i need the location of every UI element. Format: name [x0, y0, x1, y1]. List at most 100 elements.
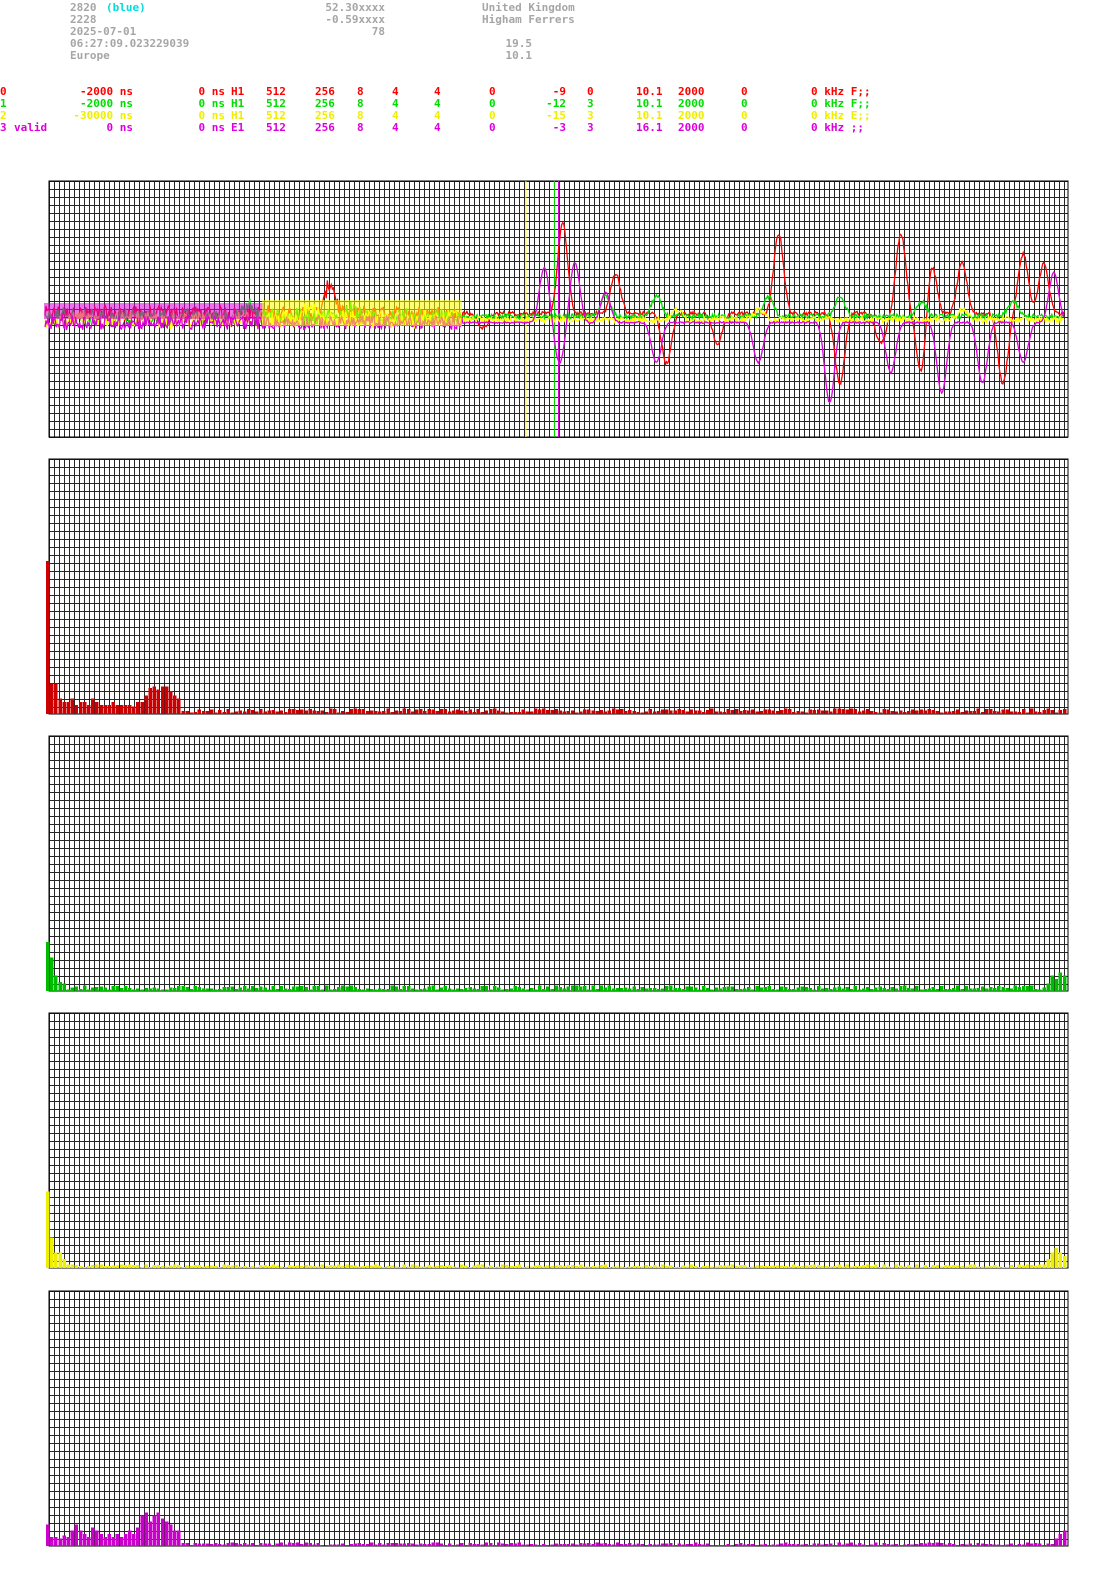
spectrum-bar [890, 986, 895, 991]
spectrum-bar [587, 1543, 591, 1546]
spectrum-bar [878, 1544, 882, 1546]
spectrum-bar [804, 986, 808, 991]
panel-grid-4 [48, 1290, 1069, 1547]
spectrum-bar [685, 1266, 690, 1268]
spectrum-bar [1025, 712, 1030, 714]
spectrum-bar [341, 985, 345, 991]
spectrum-bar [755, 711, 759, 714]
spectrum-bar [1005, 987, 1009, 991]
spectrum-bar [1013, 985, 1018, 991]
spectrum-bar [320, 1545, 325, 1546]
spectrum-bar [169, 987, 173, 991]
spectrum-bar [345, 986, 349, 991]
spectrum-bar [115, 704, 120, 714]
spectrum-bar [148, 687, 152, 714]
spectrum-bar [718, 711, 722, 714]
spectrum-bar [70, 987, 75, 991]
spectrum-bar [919, 1267, 923, 1268]
spectrum-bar [234, 989, 239, 991]
spectrum-bar [923, 1265, 927, 1268]
spectrum-bar [1054, 1248, 1059, 1268]
spectrum-bar [591, 985, 595, 991]
spectrum-bar [554, 1265, 558, 1268]
spectrum-bar [796, 987, 800, 991]
spectrum-bar [156, 689, 161, 714]
spectrum-bar [423, 1266, 427, 1268]
spectrum-bar [456, 1544, 460, 1546]
spectrum-bar [497, 1542, 501, 1546]
spectrum-bar [726, 708, 731, 714]
spectrum-bar [603, 1543, 608, 1546]
spectrum-bar [369, 1265, 374, 1268]
spectrum-bar [1009, 711, 1013, 714]
spectrum-bar [952, 1264, 956, 1268]
spectrum-bar [460, 988, 464, 991]
spectrum-bar [242, 711, 247, 714]
spectrum-bar [574, 1266, 579, 1268]
spectrum-bar [697, 1266, 702, 1268]
spectrum-bar [640, 987, 644, 991]
waveform-band-2 [262, 300, 462, 326]
spectrum-bar [763, 987, 767, 991]
spectrum-bar [419, 1266, 423, 1268]
spectrum-bar [907, 711, 911, 714]
spectrum-bar [107, 1533, 111, 1546]
spectrum-bar [197, 1264, 202, 1268]
spectrum-bar [702, 986, 706, 991]
spectrum-bar [451, 710, 456, 714]
spectrum-bar [1001, 1266, 1005, 1268]
spectrum-bar [656, 988, 661, 991]
spectrum-bar [570, 710, 575, 714]
spectrum-bar [222, 1264, 226, 1268]
spectrum-bar [349, 1543, 353, 1546]
spectrum-bar [345, 1545, 349, 1546]
spectrum-bar [820, 1265, 825, 1268]
spectrum-bar [140, 1515, 144, 1546]
spectrum-bar [1005, 709, 1009, 714]
spectrum-bar [58, 698, 62, 714]
spectrum-bar [439, 1265, 444, 1268]
spectrum-bar [976, 988, 981, 991]
spectrum-bar [505, 1544, 509, 1546]
spectrum-bar [714, 987, 718, 991]
spectrum-bar [144, 695, 148, 714]
spectrum-bar [935, 710, 940, 714]
spectrum-bar [1034, 711, 1038, 714]
spectrum-bar [710, 708, 714, 714]
spectrum-bar [1054, 712, 1059, 714]
spectrum-bar [931, 987, 936, 991]
spectrum-bar [402, 1543, 407, 1546]
spectrum-bar [976, 1266, 981, 1268]
spectrum-bar [415, 989, 419, 991]
spectrum-bar [107, 704, 111, 714]
spectrum-bar [201, 1543, 206, 1546]
spectrum-bar [550, 1266, 554, 1268]
spectrum-bar [115, 1533, 120, 1546]
spectrum-bar [275, 988, 280, 991]
spectrum-bar [599, 985, 603, 991]
spectrum-bar [287, 1542, 292, 1546]
spectrum-bar [894, 1264, 899, 1268]
spectrum-bar [521, 1266, 526, 1268]
spectrum-bar [406, 1266, 411, 1268]
spectrum-bar [103, 1265, 107, 1268]
spectrum-bar [279, 710, 284, 714]
spectrum-bar [193, 1265, 198, 1268]
spectrum-bar [95, 987, 99, 991]
spectrum-bar [46, 1191, 50, 1268]
spectrum-bar [505, 712, 509, 714]
spectrum-bar [677, 1267, 681, 1268]
spectrum-bar [989, 708, 993, 714]
spectrum-bar [931, 709, 936, 714]
spectrum-bar [443, 1266, 448, 1268]
spectrum-bar [948, 1265, 952, 1268]
spectrum-bar [1058, 709, 1063, 714]
spectrum-bar [123, 1533, 128, 1546]
spectrum-bar [58, 981, 62, 991]
spectrum-bar [1042, 709, 1046, 714]
spectrum-bar [152, 1515, 157, 1546]
spectrum-bar [419, 989, 423, 991]
spectrum-bar [1062, 975, 1067, 991]
spectrum-bar [529, 1544, 534, 1546]
spectrum-bar [767, 986, 772, 991]
